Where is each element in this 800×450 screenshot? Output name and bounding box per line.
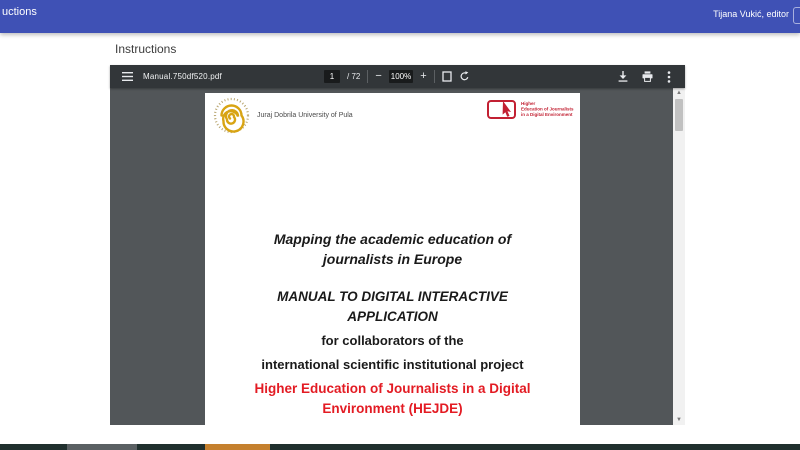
pdf-canvas: Juraj Dobrila University of Pula Higher … — [110, 88, 685, 425]
appbar: uctions Tijana Vukić, editor — [0, 0, 800, 33]
doc-subtitle-line: MANUAL TO DIGITAL INTERACTIVE — [215, 287, 570, 307]
download-icon[interactable] — [618, 71, 628, 82]
doc-title: Mapping the academic education of journa… — [215, 229, 570, 269]
doc-highlight-line: Environment (HEJDE) — [215, 399, 570, 419]
rotate-icon[interactable] — [459, 71, 470, 82]
page-heading: Instructions — [115, 42, 176, 56]
doc-subtitle: MANUAL TO DIGITAL INTERACTIVE APPLICATIO… — [215, 287, 570, 327]
doc-title-line: Mapping the academic education of — [215, 229, 570, 249]
appbar-user-label: Tijana Vukić, editor — [713, 9, 789, 19]
hejde-line: in a Digital Environment — [521, 112, 601, 118]
scrollbar-thumb[interactable] — [675, 99, 683, 131]
university-logo-icon — [213, 97, 250, 139]
taskbar-strip[interactable] — [0, 444, 800, 450]
screen: uctions Tijana Vukić, editor Instruction… — [0, 0, 800, 450]
page-count-label: / 72 — [347, 72, 360, 81]
university-name-label: Juraj Dobrila University of Pula — [257, 112, 353, 119]
pdf-toolbar: Manual.750df520.pdf 1 / 72 − 100% + — [110, 65, 685, 88]
zoom-out-button[interactable]: − — [375, 71, 381, 82]
doc-highlight: Higher Education of Journalists in a Dig… — [215, 379, 570, 419]
taskbar-segment-gray[interactable] — [67, 444, 137, 450]
pdf-toolbar-left: Manual.750df520.pdf — [122, 65, 222, 88]
doc-title-line: journalists in Europe — [215, 249, 570, 269]
print-icon[interactable] — [642, 71, 653, 82]
hejde-logo-text: Higher Education of Journalists in a Dig… — [521, 101, 601, 118]
hejde-logo-icon — [487, 100, 516, 119]
pdf-filename: Manual.750df520.pdf — [143, 72, 222, 81]
zoom-level-input[interactable]: 100% — [389, 70, 413, 83]
scroll-up-icon[interactable]: ▲ — [673, 89, 685, 97]
toolbar-divider — [434, 70, 435, 83]
pdf-toolbar-center: 1 / 72 − 100% + — [324, 65, 470, 88]
taskbar-segment-orange[interactable] — [205, 444, 270, 450]
fit-page-icon[interactable] — [442, 71, 452, 82]
doc-body-line: for collaborators of the — [215, 331, 570, 351]
pdf-page-header: Juraj Dobrila University of Pula Higher … — [213, 97, 580, 139]
zoom-in-button[interactable]: + — [420, 71, 426, 82]
toolbar-divider — [367, 70, 368, 83]
appbar-title: uctions — [2, 6, 37, 18]
pdf-viewer: Manual.750df520.pdf 1 / 72 − 100% + — [110, 65, 685, 425]
appbar-cutoff-button[interactable] — [793, 7, 800, 24]
more-options-icon[interactable] — [667, 71, 671, 83]
menu-icon[interactable] — [122, 72, 133, 81]
scroll-down-icon[interactable]: ▼ — [673, 416, 685, 424]
pdf-document-text: Mapping the academic education of journa… — [215, 229, 570, 419]
doc-subtitle-line: APPLICATION — [215, 307, 570, 327]
pdf-toolbar-right — [618, 65, 671, 88]
doc-highlight-line: Higher Education of Journalists in a Dig… — [215, 379, 570, 399]
pdf-scrollbar[interactable]: ▲ ▼ — [673, 88, 685, 425]
pdf-page: Juraj Dobrila University of Pula Higher … — [205, 93, 580, 425]
doc-body-line: international scientific institutional p… — [215, 355, 570, 375]
page-number-input[interactable]: 1 — [324, 70, 340, 83]
